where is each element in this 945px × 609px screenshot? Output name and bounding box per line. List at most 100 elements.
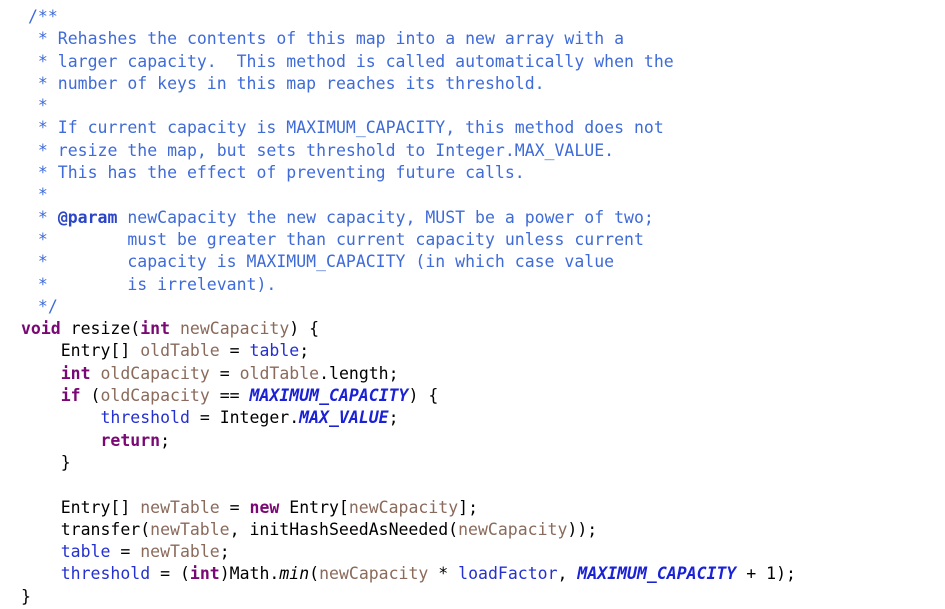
code-token-keyword: if: [60, 386, 81, 406]
code-token-comment: *: [28, 207, 58, 227]
code-token-local: newCapacity: [179, 319, 290, 339]
code-token-keyword: int: [140, 319, 171, 339]
code-line: transfer(newTable, initHashSeedAsNeeded(…: [0, 519, 945, 541]
code-token-plain: Entry[: [279, 497, 349, 517]
code-token-plain: Entry[]: [21, 497, 141, 517]
code-line: * @param newCapacity the new capacity, M…: [0, 207, 945, 229]
code-token-comment: * is irrelevant).: [28, 274, 277, 294]
code-token-local: newTable: [140, 497, 220, 517]
code-token-plain: (: [309, 564, 320, 584]
code-token-static: MAX_VALUE: [299, 408, 389, 428]
code-token-field: loadFactor: [458, 564, 558, 584]
code-token-plain: =: [209, 363, 240, 383]
code-token-comment: * must be greater than current capacity …: [28, 229, 644, 249]
code-token-plain: = (: [150, 564, 190, 584]
code-line: }: [0, 452, 945, 474]
code-token-plain: ];: [458, 497, 479, 517]
code-line: */: [0, 296, 945, 318]
code-token-plain: = Integer.: [189, 408, 300, 428]
code-token-plain: transfer(: [21, 519, 151, 539]
code-token-static: MAXIMUM_CAPACITY: [249, 386, 409, 406]
code-token-plain: ==: [209, 386, 250, 406]
code-viewer[interactable]: /** * Rehashes the contents of this map …: [0, 0, 945, 609]
code-token-plain: ));: [567, 519, 598, 539]
code-token-plain: ;: [388, 408, 399, 428]
code-token-comment: * number of keys in this map reaches its…: [28, 73, 545, 93]
code-token-plain: .length;: [319, 363, 399, 383]
code-token-comment: * capacity is MAXIMUM_CAPACITY (in which…: [28, 252, 615, 272]
code-line: if (oldCapacity == MAXIMUM_CAPACITY) {: [0, 385, 945, 407]
code-line: * must be greater than current capacity …: [0, 229, 945, 251]
code-token-plain: }: [21, 452, 71, 472]
code-lines-container: /** * Rehashes the contents of this map …: [0, 6, 945, 608]
code-token-static: MAXIMUM_CAPACITY: [577, 564, 737, 584]
code-line: * larger capacity. This method is called…: [0, 51, 945, 73]
code-token-field: threshold: [100, 408, 190, 428]
code-token-plain: )Math.: [219, 564, 280, 584]
code-token-local: newCapacity: [458, 519, 568, 539]
code-token-comment: * larger capacity. This method is called…: [28, 51, 674, 71]
code-token-plain: ;: [160, 430, 171, 450]
code-token-plain: *: [428, 564, 459, 584]
code-line: Entry[] oldTable = table;: [0, 340, 945, 362]
code-line: *: [0, 184, 945, 206]
code-token-plain: (: [80, 386, 101, 406]
code-token-comment: * This has the effect of preventing futu…: [28, 163, 525, 183]
code-token-comment: newCapacity the new capacity, MUST be a …: [117, 207, 654, 227]
code-token-comment: * If current capacity is MAXIMUM_CAPACIT…: [28, 118, 664, 138]
code-line: void resize(int newCapacity) {: [0, 318, 945, 340]
code-line: }: [0, 586, 945, 608]
code-token-plain: ;: [299, 341, 310, 361]
code-token-comment: *: [28, 96, 48, 116]
code-token-local: newCapacity: [348, 497, 459, 517]
code-token-javadoc_tag: @param: [57, 207, 118, 227]
code-line: threshold = Integer.MAX_VALUE;: [0, 407, 945, 429]
code-line: * If current capacity is MAXIMUM_CAPACIT…: [0, 117, 945, 139]
code-token-plain: ;: [219, 542, 230, 562]
code-token-plain: ) {: [289, 319, 320, 339]
code-token-field: threshold: [60, 564, 151, 584]
code-token-plain: Entry[]: [21, 341, 141, 361]
code-token-plain: ,: [557, 564, 578, 584]
code-token-keyword: new: [249, 497, 280, 517]
code-token-plain: , initHashSeedAsNeeded(: [229, 519, 459, 539]
code-token-comment: *: [28, 185, 48, 205]
code-token-field: table: [249, 341, 300, 361]
code-token-plain: =: [219, 497, 250, 517]
code-token-local: newTable: [150, 519, 230, 539]
code-token-comment: */: [28, 296, 58, 316]
code-token-staticmethod: min: [279, 564, 310, 584]
code-line: int oldCapacity = oldTable.length;: [0, 363, 945, 385]
code-token-plain: =: [219, 341, 250, 361]
code-token-plain: resize(: [60, 319, 141, 339]
code-token-field: table: [60, 542, 111, 562]
code-line: return;: [0, 430, 945, 452]
code-token-keyword: int: [189, 564, 220, 584]
code-token-plain: + 1);: [736, 564, 796, 584]
code-line: threshold = (int)Math.min(newCapacity * …: [0, 563, 945, 585]
code-line: * resize the map, but sets threshold to …: [0, 140, 945, 162]
code-line: * Rehashes the contents of this map into…: [0, 28, 945, 50]
code-token-local: oldTable: [140, 341, 220, 361]
code-line: * number of keys in this map reaches its…: [0, 73, 945, 95]
code-line: * This has the effect of preventing futu…: [0, 162, 945, 184]
code-line: Entry[] newTable = new Entry[newCapacity…: [0, 497, 945, 519]
code-token-local: newTable: [140, 542, 220, 562]
code-token-comment: /**: [28, 7, 58, 26]
code-line: /**: [0, 6, 945, 28]
code-token-keyword: void: [21, 319, 61, 339]
code-line: * is irrelevant).: [0, 274, 945, 296]
code-token-plain: }: [21, 586, 31, 606]
code-token-local: oldTable: [239, 363, 320, 383]
code-line: *: [0, 95, 945, 117]
code-token-keyword: return: [100, 430, 161, 450]
code-token-comment: * resize the map, but sets threshold to …: [28, 140, 615, 160]
